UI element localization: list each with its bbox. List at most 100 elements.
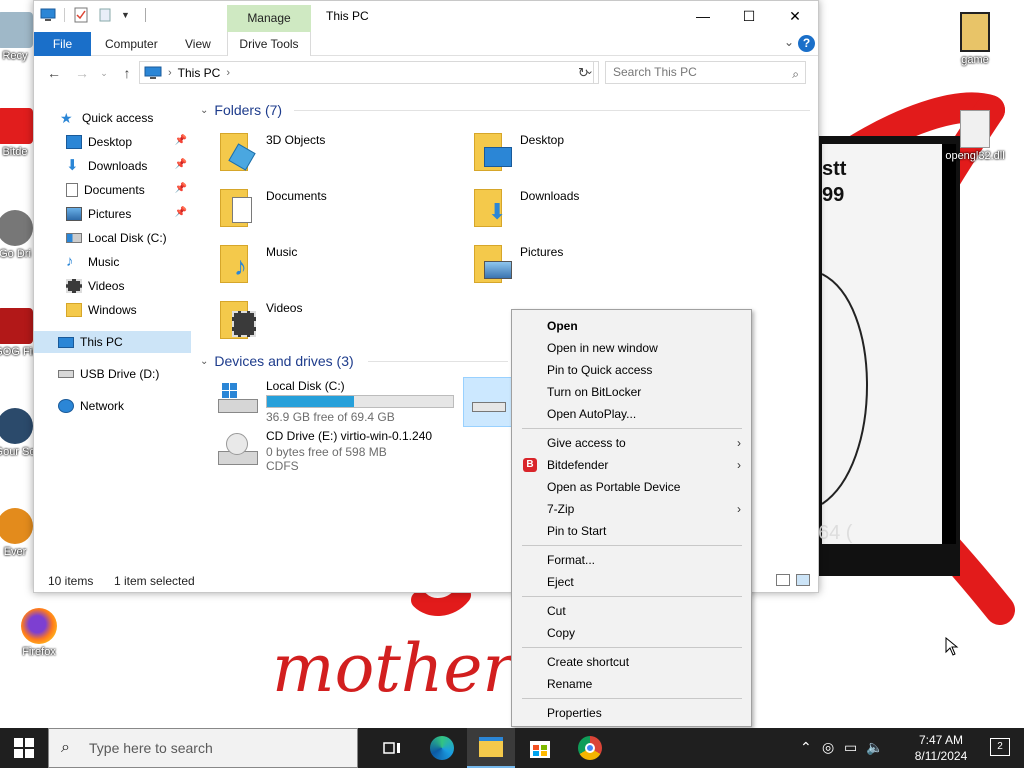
title-bar[interactable]: ▼ Manage This PC — ☐ ✕	[34, 1, 818, 32]
breadcrumb-chevron-icon[interactable]: ›	[226, 67, 230, 79]
folder-documents[interactable]: Documents	[220, 187, 327, 229]
folder-3d-objects[interactable]: 3D Objects	[220, 131, 325, 173]
menu-open-new-window[interactable]: Open in new window	[513, 337, 751, 359]
menu-7zip[interactable]: 7-Zip ›	[513, 498, 751, 520]
refresh-icon[interactable]: ↻	[574, 61, 594, 84]
taskbar-edge[interactable]	[418, 728, 466, 768]
mouse-cursor	[945, 637, 959, 656]
forward-button[interactable]: →	[71, 63, 93, 83]
nav-network[interactable]: Network	[34, 395, 191, 417]
tab-drive-tools[interactable]: Drive Tools	[227, 32, 311, 56]
menu-pin-quick-access[interactable]: Pin to Quick access	[513, 359, 751, 381]
taskbar-search-box[interactable]: ⌕ Type here to search	[48, 728, 358, 768]
nav-desktop[interactable]: Desktop 📌	[34, 131, 191, 153]
nav-usb-drive[interactable]: USB Drive (D:)	[34, 363, 191, 385]
folders-group-header[interactable]: ⌄ Folders (7)	[200, 102, 282, 118]
breadcrumb-this-pc[interactable]: This PC	[178, 66, 221, 80]
desktop-icon-firefox[interactable]: Firefox	[4, 608, 74, 658]
clock[interactable]: 7:47 AM 8/11/2024	[906, 732, 976, 764]
properties-icon[interactable]	[73, 7, 89, 23]
usb-drive-selected-tile[interactable]	[463, 377, 513, 427]
network-icon[interactable]: ▭	[844, 739, 857, 756]
nav-videos[interactable]: Videos	[34, 275, 191, 297]
folder-desktop[interactable]: Desktop	[474, 131, 564, 173]
recent-locations-icon[interactable]: ⌄	[93, 63, 115, 83]
new-folder-icon[interactable]	[97, 7, 113, 23]
maximize-button[interactable]: ☐	[726, 1, 772, 31]
film-icon	[66, 279, 82, 293]
nav-pictures[interactable]: Pictures 📌	[34, 203, 191, 225]
close-button[interactable]: ✕	[772, 1, 818, 31]
show-hidden-icons-chevron-icon[interactable]: ⌃	[800, 739, 812, 756]
documents-folder-icon	[220, 187, 260, 229]
search-input[interactable]: Search This PC ⌕	[605, 61, 806, 84]
up-button[interactable]: ↑	[116, 63, 138, 83]
minimize-button[interactable]: —	[680, 1, 726, 31]
tab-computer[interactable]: Computer	[93, 32, 170, 56]
nav-quick-access[interactable]: ★ Quick access	[34, 107, 191, 129]
taskbar-chrome[interactable]	[566, 728, 614, 768]
manage-tab[interactable]: Manage	[227, 5, 311, 32]
menu-bitdefender[interactable]: B Bitdefender ›	[513, 454, 751, 476]
submenu-arrow-icon: ›	[737, 502, 741, 516]
menu-give-access[interactable]: Give access to ›	[513, 432, 751, 454]
desktop-icon-game[interactable]: game	[940, 12, 1010, 66]
desktop-icon-opengl32[interactable]: opengl32.dll	[940, 110, 1010, 162]
menu-copy[interactable]: Copy	[513, 622, 751, 644]
details-view-icon[interactable]	[776, 574, 790, 586]
folder-name: Documents	[266, 189, 327, 203]
menu-open[interactable]: Open	[513, 315, 751, 337]
this-pc-icon	[58, 336, 74, 348]
notification-center-icon[interactable]: 2	[990, 738, 1010, 756]
location-icon[interactable]: ◎	[822, 739, 834, 756]
this-pc-icon	[144, 66, 162, 79]
folder-downloads[interactable]: ⬇ Downloads	[474, 187, 579, 229]
menu-turn-on-bitlocker[interactable]: Turn on BitLocker	[513, 381, 751, 403]
nav-downloads[interactable]: ⬇ Downloads 📌	[34, 155, 191, 177]
help-icon[interactable]: ?	[798, 35, 815, 52]
volume-icon[interactable]: 🔈	[866, 739, 883, 756]
menu-properties[interactable]: Properties	[513, 702, 751, 724]
menu-rename[interactable]: Rename	[513, 673, 751, 695]
drive-cd-e[interactable]: CD Drive (E:) virtio-win-0.1.240 0 bytes…	[214, 429, 432, 473]
tab-file[interactable]: File	[34, 32, 91, 56]
menu-open-autoplay[interactable]: Open AutoPlay...	[513, 403, 751, 425]
menu-create-shortcut[interactable]: Create shortcut	[513, 651, 751, 673]
window-controls: — ☐ ✕	[680, 1, 818, 31]
computer-icon[interactable]	[40, 7, 56, 23]
menu-eject[interactable]: Eject	[513, 571, 751, 593]
devices-group-header[interactable]: ⌄ Devices and drives (3)	[200, 353, 354, 369]
task-view-button[interactable]	[368, 728, 416, 768]
collapse-chevron-icon[interactable]: ⌄	[200, 356, 208, 367]
menu-format[interactable]: Format...	[513, 549, 751, 571]
folder-music[interactable]: ♪ Music	[220, 243, 297, 285]
nav-windows[interactable]: Windows	[34, 299, 191, 321]
drive-local-disk-c[interactable]: Local Disk (C:) 36.9 GB free of 69.4 GB	[214, 379, 454, 424]
address-bar[interactable]: › This PC › ⌄	[139, 61, 599, 84]
background-window[interactable]: stt 99 64 (	[818, 136, 960, 576]
app-icon	[0, 508, 33, 544]
folder-pictures[interactable]: Pictures	[474, 243, 563, 285]
system-tray: ⌃ ◎ ▭ 🔈 7:47 AM 8/11/2024 2	[794, 728, 1024, 768]
nav-music[interactable]: ♪ Music	[34, 251, 191, 273]
menu-pin-to-start[interactable]: Pin to Start	[513, 520, 751, 542]
menu-cut[interactable]: Cut	[513, 600, 751, 622]
menu-label: Format...	[547, 553, 596, 567]
breadcrumb-separator-icon[interactable]: ›	[168, 67, 172, 79]
nav-documents[interactable]: Documents 📌	[34, 179, 191, 201]
folder-videos[interactable]: Videos	[220, 299, 302, 341]
bitdefender-icon: B	[523, 458, 537, 472]
back-button[interactable]: ←	[43, 63, 65, 83]
start-button[interactable]	[0, 728, 48, 768]
taskbar-file-explorer[interactable]	[467, 728, 515, 768]
qat-customize-icon[interactable]: ▼	[121, 7, 137, 23]
collapse-chevron-icon[interactable]: ⌄	[200, 105, 208, 116]
windows-drive-icon	[214, 379, 260, 421]
nav-local-disk[interactable]: Local Disk (C:)	[34, 227, 191, 249]
nav-this-pc[interactable]: This PC	[34, 331, 191, 353]
large-icons-view-icon[interactable]	[796, 574, 810, 586]
menu-open-portable-device[interactable]: Open as Portable Device	[513, 476, 751, 498]
tab-view[interactable]: View	[173, 32, 223, 56]
expand-ribbon-chevron-icon[interactable]: ⌄	[784, 35, 794, 49]
taskbar-store[interactable]	[516, 728, 564, 768]
